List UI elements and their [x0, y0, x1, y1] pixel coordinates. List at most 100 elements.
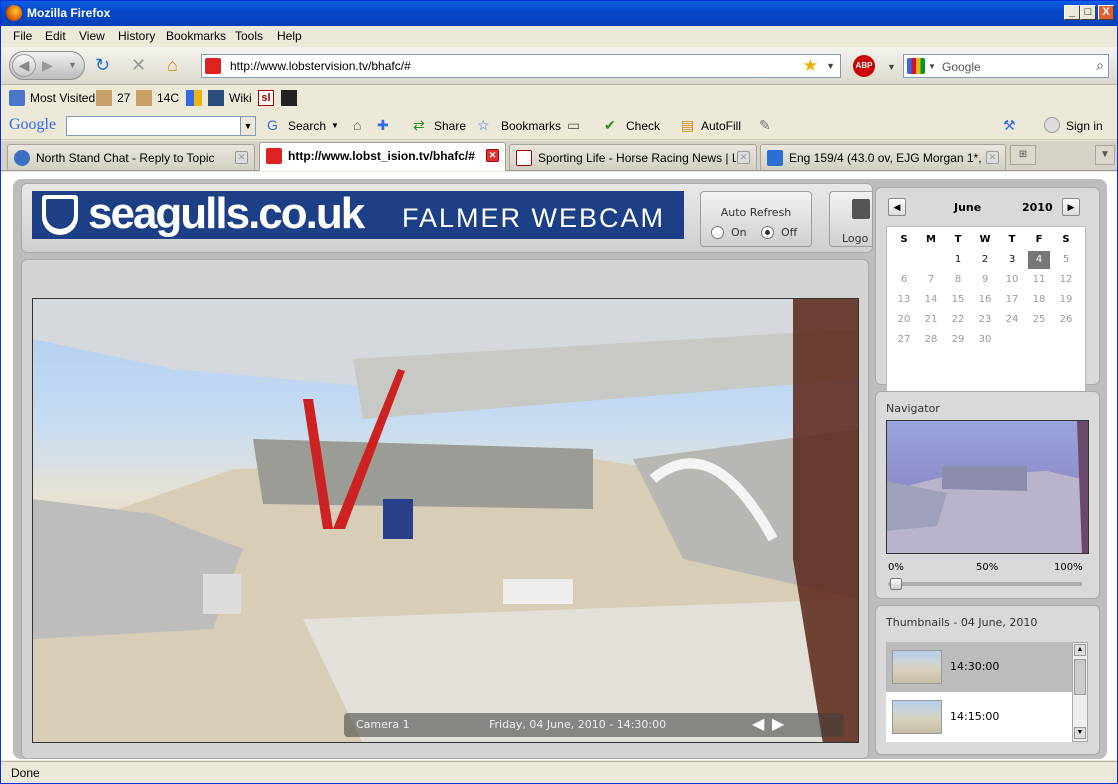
next-image-icon[interactable]: ▶: [772, 714, 784, 733]
sign-in-button[interactable]: Sign in: [1066, 119, 1103, 133]
spellcheck-icon[interactable]: ✔: [604, 117, 616, 134]
navigator-preview[interactable]: [886, 420, 1089, 554]
menu-help[interactable]: Help: [277, 29, 302, 43]
add-button-icon[interactable]: ✚: [377, 117, 389, 134]
search-icon[interactable]: ⌕: [1096, 57, 1104, 74]
thumbnails-scrollbar[interactable]: ▲ ▼: [1072, 642, 1088, 742]
auto-refresh-on-label[interactable]: On: [731, 226, 747, 239]
address-bar[interactable]: http://www.lobstervision.tv/bhafc/# ★ ▼: [201, 54, 841, 78]
thumbnail-item[interactable]: 14:15:00: [886, 692, 1073, 742]
auto-refresh-on-radio[interactable]: [711, 226, 724, 239]
google-search-input[interactable]: ▼: [66, 116, 256, 136]
calendar-day: 20: [897, 314, 911, 325]
search-placeholder[interactable]: Google: [942, 60, 981, 74]
bookmark-wiki[interactable]: Wiki: [229, 91, 252, 105]
logout-button[interactable]: Logo: [829, 191, 873, 247]
google-search-dropdown-icon[interactable]: ▼: [240, 117, 255, 135]
next-month-button[interactable]: ▶: [1062, 198, 1080, 216]
calendar-day[interactable]: 1: [947, 251, 969, 269]
wrench-icon[interactable]: ⚒: [1003, 117, 1016, 134]
auto-refresh-off-radio[interactable]: [761, 226, 774, 239]
account-icon[interactable]: [1044, 117, 1060, 133]
calendar-day: 5: [1062, 254, 1070, 265]
scroll-thumb[interactable]: [1074, 659, 1086, 695]
calendar-day[interactable]: 2: [974, 251, 996, 269]
abp-dropdown-icon[interactable]: ▼: [887, 57, 896, 77]
adblock-plus-icon[interactable]: ABP: [853, 55, 875, 77]
menu-file[interactable]: File: [13, 29, 32, 43]
bookmark-google-icon[interactable]: [186, 90, 202, 106]
tab-close-icon[interactable]: ✕: [737, 151, 750, 164]
tab-cricket-score[interactable]: Eng 159/4 (43.0 ov, EJG Morgan 1*, IR ..…: [760, 144, 1006, 170]
racing-horse-icon[interactable]: [281, 90, 297, 106]
zoom-slider-track[interactable]: [888, 582, 1082, 586]
thumbnail-item[interactable]: 14:30:00: [886, 642, 1073, 692]
tab-close-icon[interactable]: ✕: [986, 151, 999, 164]
bookmark-most-visited[interactable]: Most Visited: [30, 91, 95, 105]
scroll-down-icon[interactable]: ▼: [1074, 727, 1086, 739]
calendar-day[interactable]: 4: [1028, 251, 1050, 269]
search-dropdown-icon[interactable]: ▼: [331, 121, 339, 130]
bookmark-14c-icon: [136, 90, 152, 106]
address-text[interactable]: http://www.lobstervision.tv/bhafc/#: [230, 59, 411, 73]
maximize-button[interactable]: □: [1080, 5, 1096, 20]
webcam-image[interactable]: Camera 1 Friday, 04 June, 2010 - 14:30:0…: [32, 298, 859, 743]
minimize-button[interactable]: _: [1064, 5, 1080, 20]
tab-close-icon[interactable]: ✕: [235, 151, 248, 164]
back-button[interactable]: ◀: [12, 54, 36, 77]
google-search-icon[interactable]: G: [267, 117, 278, 133]
zoom-slider-handle[interactable]: [890, 578, 902, 590]
auto-refresh-off-label[interactable]: Off: [781, 226, 797, 239]
pen-icon[interactable]: ✎: [759, 117, 771, 134]
calendar-weekday: S: [1062, 234, 1070, 245]
menu-tools[interactable]: Tools: [235, 29, 263, 43]
menu-history[interactable]: History: [118, 29, 155, 43]
address-dropdown-icon[interactable]: ▼: [826, 61, 835, 71]
bookmark-14c[interactable]: 14C: [157, 91, 179, 105]
page-content: seagulls.co.uk FALMER WEBCAM Auto Refres…: [1, 172, 1117, 760]
thumbnail-image: [892, 700, 942, 734]
reload-icon[interactable]: ↻: [95, 55, 110, 75]
tab-list-dropdown-icon[interactable]: ▼: [1095, 145, 1115, 165]
check-button[interactable]: Check: [626, 119, 660, 133]
stop-icon[interactable]: ✕: [131, 55, 146, 75]
highlight-icon[interactable]: ▭: [567, 117, 580, 134]
bookmarks-star-icon[interactable]: ☆: [477, 117, 490, 134]
prev-image-icon[interactable]: ◀: [752, 714, 764, 733]
site-subtitle: FALMER WEBCAM: [402, 203, 666, 233]
site-banner[interactable]: seagulls.co.uk FALMER WEBCAM: [32, 189, 684, 239]
google-search-button[interactable]: Search: [288, 119, 326, 133]
tab-close-icon[interactable]: ✕: [486, 149, 499, 162]
bank-icon[interactable]: ⌂: [353, 117, 361, 133]
sporting-life-icon[interactable]: sl: [258, 90, 274, 106]
autofill-button[interactable]: AutoFill: [701, 119, 741, 133]
tab-favicon-icon: [14, 150, 30, 166]
home-icon[interactable]: ⌂: [167, 55, 178, 75]
forward-button[interactable]: ▶: [42, 57, 53, 74]
search-box[interactable]: ▼ Google ⌕: [903, 54, 1109, 78]
share-button[interactable]: Share: [434, 119, 466, 133]
navigator-photo: [887, 421, 1088, 553]
prev-month-button[interactable]: ◀: [888, 198, 906, 216]
close-button[interactable]: X: [1098, 5, 1114, 20]
google-engine-icon[interactable]: [907, 58, 925, 74]
tab-sporting-life[interactable]: Sporting Life - Horse Racing News | Live…: [509, 144, 757, 170]
scroll-up-icon[interactable]: ▲: [1074, 644, 1086, 656]
menu-bookmarks[interactable]: Bookmarks: [166, 29, 226, 43]
google-bookmarks-button[interactable]: Bookmarks: [501, 119, 561, 133]
menu-edit[interactable]: Edit: [45, 29, 66, 43]
calendar-day: 6: [900, 274, 908, 285]
autofill-icon[interactable]: ▤: [681, 117, 694, 134]
engine-dropdown-icon[interactable]: ▼: [928, 62, 936, 71]
google-toolbar: Google ▼ G Search ▼ ⌂ ✚ ⇄ Share ☆ Bookma…: [1, 111, 1117, 140]
wiki-icon: [208, 90, 224, 106]
new-tab-button[interactable]: ⊞: [1010, 145, 1036, 165]
share-icon[interactable]: ⇄: [413, 117, 425, 134]
menu-view[interactable]: View: [79, 29, 105, 43]
tab-north-stand-chat[interactable]: North Stand Chat - Reply to Topic ✕: [7, 144, 255, 170]
bookmark-27[interactable]: 27: [117, 91, 130, 105]
bookmark-star-icon[interactable]: ★: [803, 56, 818, 76]
tab-lobstervision[interactable]: http://www.lobst_ision.tv/bhafc/# ✕: [259, 142, 506, 171]
calendar-day[interactable]: 3: [1001, 251, 1023, 269]
history-dropdown-icon[interactable]: ▼: [68, 60, 77, 70]
